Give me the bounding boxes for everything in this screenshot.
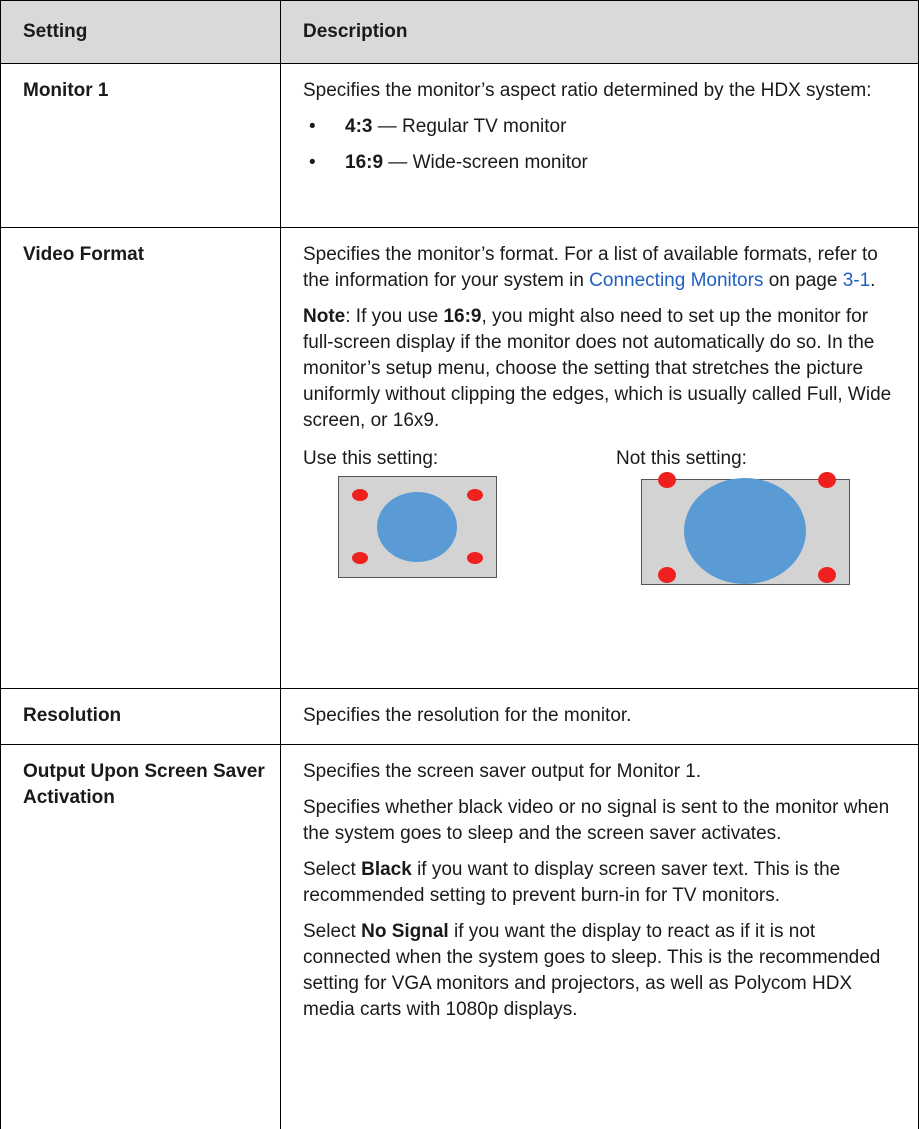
bullet-item: • 16:9 — Wide-screen monitor (303, 150, 898, 176)
text-run: Select (303, 921, 362, 942)
bullet-text: — Regular TV monitor (372, 116, 567, 137)
header-setting: Setting (0, 1, 281, 63)
description-text: Specifies the monitor’s aspect ratio det… (303, 80, 872, 101)
setting-description: Specifies the monitor’s aspect ratio det… (281, 64, 919, 227)
option-term: No Signal (361, 921, 449, 942)
setting-description: Specifies the monitor’s format. For a li… (281, 228, 919, 688)
setting-name: Video Format (0, 228, 281, 688)
description-text: Select Black if you want to display scre… (303, 857, 898, 909)
bullet-marker: • (309, 152, 316, 173)
note-label: Note (303, 306, 346, 327)
aspect-figures: Use this setting: Not this setting: (303, 446, 898, 585)
setting-name: Output Upon Screen Saver Activation (0, 745, 281, 1129)
text-run: on page (763, 270, 843, 291)
table-row-video-format: Video Format Specifies the monitor’s for… (0, 228, 919, 689)
settings-table: Setting Description Monitor 1 Specifies … (0, 0, 919, 1129)
setting-description: Specifies the resolution for the monitor… (281, 689, 919, 744)
figure-use-setting: Use this setting: (303, 446, 616, 585)
table-row-monitor1: Monitor 1 Specifies the monitor’s aspect… (0, 64, 919, 228)
header-description: Description (281, 1, 919, 63)
corner-dot (818, 472, 836, 488)
setting-description: Specifies the screen saver output for Mo… (281, 745, 919, 1129)
correct-aspect-illustration (338, 476, 497, 578)
corner-dot (818, 567, 836, 583)
circle-shape (377, 492, 457, 562)
figure-caption: Not this setting: (616, 448, 747, 469)
corner-dot (352, 489, 368, 501)
page-link[interactable]: 3-1 (843, 270, 870, 291)
description-text: Select No Signal if you want the display… (303, 919, 898, 1023)
note-text: Note: If you use 16:9, you might also ne… (303, 304, 898, 434)
corner-dot (658, 567, 676, 583)
table-row-screen-saver: Output Upon Screen Saver Activation Spec… (0, 745, 919, 1129)
description-text: Specifies the screen saver output for Mo… (303, 761, 702, 782)
table-row-resolution: Resolution Specifies the resolution for … (0, 689, 919, 745)
bullet-marker: • (309, 116, 316, 137)
setting-name: Resolution (0, 689, 281, 744)
bullet-item: • 4:3 — Regular TV monitor (303, 114, 898, 140)
text-run: Select (303, 859, 362, 880)
text-run: : If you use (345, 306, 444, 327)
corner-dot (467, 489, 483, 501)
figure-caption: Use this setting: (303, 448, 439, 469)
corner-dot (658, 472, 676, 488)
text-run: . (870, 270, 876, 291)
bullet-term: 16:9 (345, 152, 384, 173)
incorrect-aspect-illustration (641, 472, 850, 585)
corner-dot (467, 552, 483, 564)
description-text: Specifies whether black video or no sign… (303, 797, 890, 844)
bullet-term: 4:3 (345, 116, 373, 137)
table-header-row: Setting Description (0, 0, 919, 64)
option-term: Black (361, 859, 412, 880)
circle-shape (684, 478, 806, 584)
figure-not-setting: Not this setting: (616, 446, 851, 585)
corner-dot (352, 552, 368, 564)
note-term: 16:9 (443, 306, 482, 327)
description-text: Specifies the monitor’s format. For a li… (303, 242, 898, 294)
bullet-text: — Wide-screen monitor (383, 152, 588, 173)
connecting-monitors-link[interactable]: Connecting Monitors (589, 270, 763, 291)
setting-name: Monitor 1 (0, 64, 281, 227)
